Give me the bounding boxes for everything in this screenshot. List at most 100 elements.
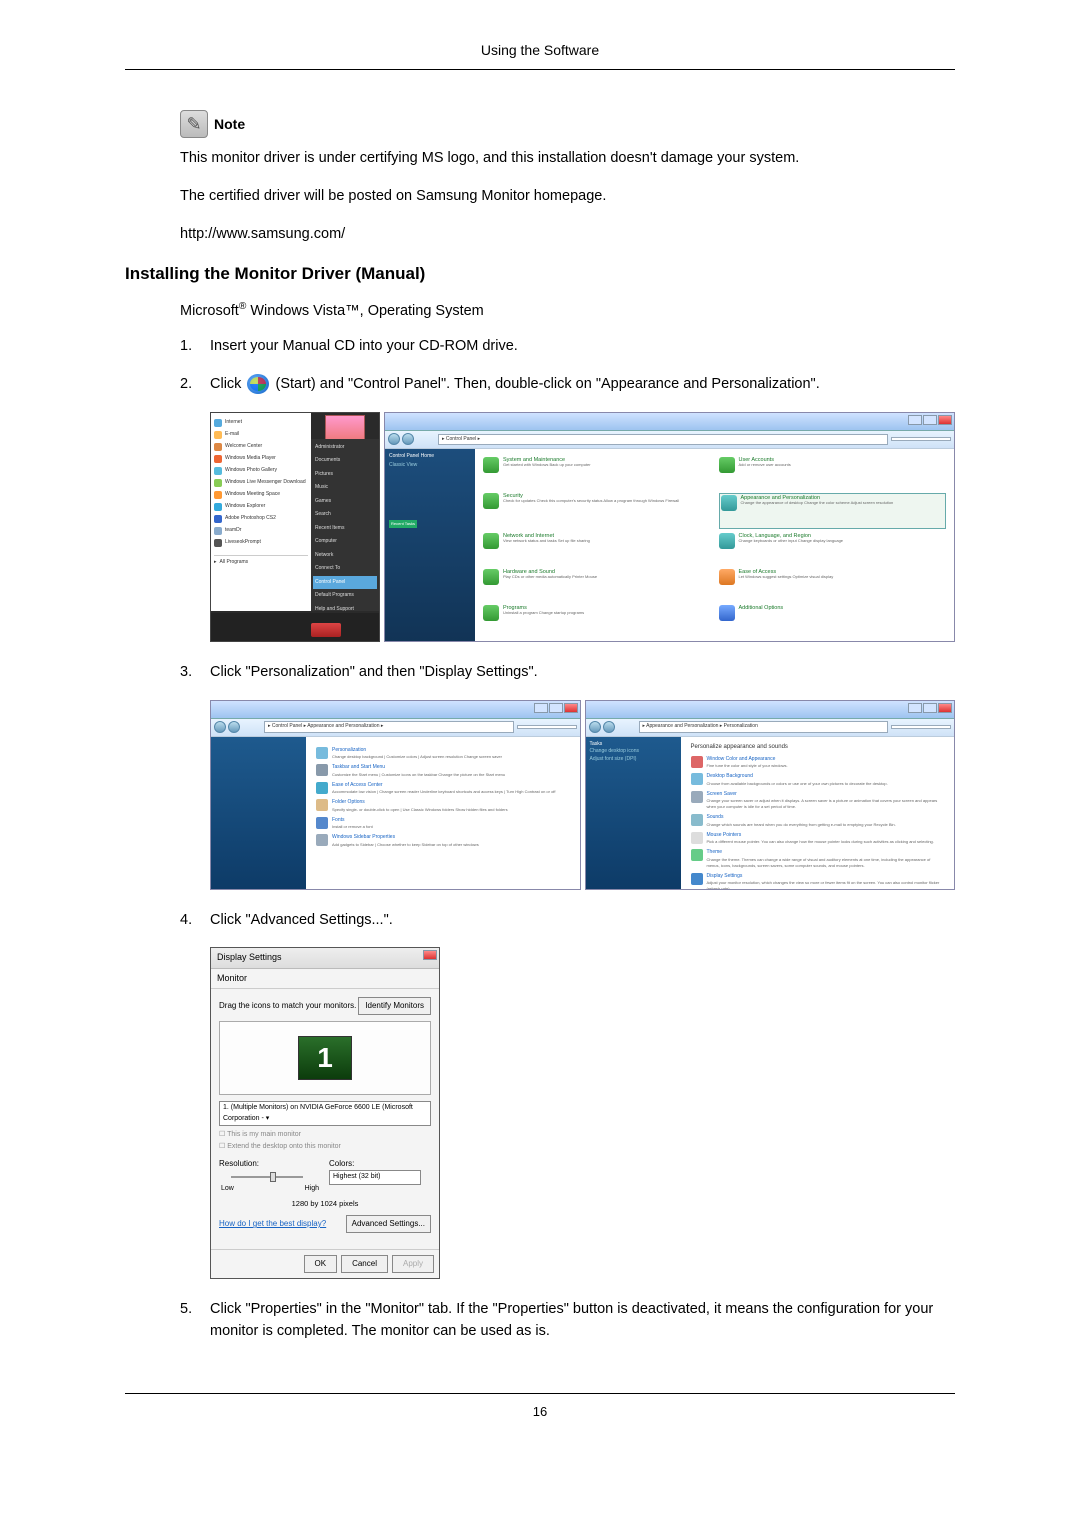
monitor-tab[interactable]: Monitor xyxy=(211,969,439,990)
appearance-item-ease[interactable]: Ease of Access CenterAccommodate low vis… xyxy=(316,782,570,796)
menu-item[interactable]: Pictures xyxy=(313,468,377,482)
back-button[interactable] xyxy=(589,721,601,733)
menu-item[interactable]: E-mail xyxy=(214,429,308,441)
forward-button[interactable] xyxy=(228,721,240,733)
pers-item-sounds[interactable]: SoundsChange which sounds are heard when… xyxy=(691,814,945,828)
menu-item[interactable]: Administrator xyxy=(313,441,377,455)
address-bar[interactable]: ▸ Control Panel ▸ xyxy=(438,434,888,446)
pers-item-theme[interactable]: ThemeChange the theme. Themes can change… xyxy=(691,849,945,869)
forward-button[interactable] xyxy=(402,433,414,445)
appearance-item-personalization[interactable]: PersonalizationChange desktop background… xyxy=(316,747,570,761)
main-monitor-checkbox[interactable]: ☐ This is my main monitor xyxy=(219,1130,431,1141)
back-button[interactable] xyxy=(388,433,400,445)
menu-item[interactable]: LiveseokPrompt xyxy=(214,537,308,549)
forward-button[interactable] xyxy=(603,721,615,733)
window-titlebar xyxy=(211,701,580,719)
menu-item[interactable]: Games xyxy=(313,495,377,509)
menu-item[interactable]: Search xyxy=(313,508,377,522)
pers-item-color[interactable]: Window Color and AppearanceFine tune the… xyxy=(691,756,945,770)
os-line: Microsoft® Windows Vista™, Operating Sys… xyxy=(180,299,955,323)
maximize-button[interactable] xyxy=(923,703,937,713)
menu-item[interactable]: Welcome Center xyxy=(214,441,308,453)
menu-item[interactable]: Windows Explorer xyxy=(214,501,308,513)
cancel-button[interactable]: Cancel xyxy=(341,1255,388,1273)
cp-category-additional[interactable]: Additional Options xyxy=(719,605,947,637)
monitor-1-icon[interactable]: 1 xyxy=(298,1036,352,1080)
advanced-settings-button[interactable]: Advanced Settings... xyxy=(346,1215,431,1233)
pers-item-background[interactable]: Desktop BackgroundChoose from available … xyxy=(691,773,945,787)
step-2-text: Click (Start) and "Control Panel". Then,… xyxy=(210,374,955,396)
menu-item[interactable]: Default Programs xyxy=(313,589,377,603)
power-button[interactable] xyxy=(311,623,341,637)
sidebar-link[interactable]: Change desktop icons xyxy=(590,748,677,756)
footer-divider xyxy=(125,1393,955,1394)
cp-category-appearance[interactable]: Appearance and PersonalizationChange the… xyxy=(719,493,947,529)
menu-item[interactable]: Windows Photo Gallery xyxy=(214,465,308,477)
apply-button[interactable]: Apply xyxy=(392,1255,434,1273)
cp-category-system[interactable]: System and MaintenanceGet started with W… xyxy=(483,457,711,489)
personalization-heading: Personalize appearance and sounds xyxy=(691,743,945,752)
close-button[interactable] xyxy=(938,415,952,425)
step-2: 2. Click (Start) and "Control Panel". Th… xyxy=(180,374,955,396)
control-panel-item[interactable]: Control Panel xyxy=(313,576,377,590)
step-4: 4. Click "Advanced Settings...". xyxy=(180,910,955,932)
screenshot-display-settings: Display Settings Monitor Drag the icons … xyxy=(210,947,955,1279)
sidebar-item[interactable]: Classic View xyxy=(389,462,471,470)
step-3-text: Click "Personalization" and then "Displa… xyxy=(210,662,955,684)
address-bar[interactable]: ▸ Control Panel ▸ Appearance and Persona… xyxy=(264,721,514,733)
menu-item[interactable]: Internet xyxy=(214,417,308,429)
menu-item[interactable]: teamDr xyxy=(214,525,308,537)
minimize-button[interactable] xyxy=(908,415,922,425)
menu-item[interactable]: Network xyxy=(313,549,377,563)
cp-category-clock[interactable]: Clock, Language, and RegionChange keyboa… xyxy=(719,533,947,565)
start-menu-right: Administrator Documents Pictures Music G… xyxy=(311,439,379,611)
cp-category-security[interactable]: SecurityCheck for updates Check this com… xyxy=(483,493,711,529)
search-box[interactable] xyxy=(891,725,951,729)
menu-item[interactable]: Computer xyxy=(313,535,377,549)
help-link[interactable]: How do I get the best display? xyxy=(219,1218,326,1230)
pers-item-display[interactable]: Display SettingsAdjust your monitor reso… xyxy=(691,873,945,890)
appearance-main: PersonalizationChange desktop background… xyxy=(306,737,580,890)
address-bar[interactable]: ▸ Appearance and Personalization ▸ Perso… xyxy=(639,721,889,733)
menu-item[interactable]: Adobe Photoshop CS2 xyxy=(214,513,308,525)
menu-item[interactable]: Recent Items xyxy=(313,522,377,536)
search-box[interactable] xyxy=(517,725,577,729)
page-header: Using the Software xyxy=(125,40,955,61)
extend-desktop-checkbox[interactable]: ☐ Extend the desktop onto this monitor xyxy=(219,1142,431,1153)
menu-item[interactable]: Windows Media Player xyxy=(214,453,308,465)
menu-item[interactable]: Connect To xyxy=(313,562,377,576)
ok-button[interactable]: OK xyxy=(304,1255,338,1273)
sidebar-link[interactable]: Adjust font size (DPI) xyxy=(590,756,677,764)
cp-category-programs[interactable]: ProgramsUninstall a program Change start… xyxy=(483,605,711,637)
appearance-item-folder[interactable]: Folder OptionsSpecify single- or double-… xyxy=(316,799,570,813)
minimize-button[interactable] xyxy=(534,703,548,713)
menu-item[interactable]: Music xyxy=(313,481,377,495)
search-box[interactable] xyxy=(891,437,951,441)
menu-item[interactable]: Documents xyxy=(313,454,377,468)
cp-category-hardware[interactable]: Hardware and SoundPlay CDs or other medi… xyxy=(483,569,711,601)
resolution-value: 1280 by 1024 pixels xyxy=(219,1198,431,1209)
cp-category-ease[interactable]: Ease of AccessLet Windows suggest settin… xyxy=(719,569,947,601)
pers-item-screensaver[interactable]: Screen SaverChange your screen saver or … xyxy=(691,791,945,811)
monitor-selector[interactable]: 1. (Multiple Monitors) on NVIDIA GeForce… xyxy=(219,1101,431,1126)
appearance-item-fonts[interactable]: FontsInstall or remove a font xyxy=(316,817,570,831)
maximize-button[interactable] xyxy=(923,415,937,425)
colors-selector[interactable]: Highest (32 bit) xyxy=(329,1170,421,1185)
appearance-item-taskbar[interactable]: Taskbar and Start MenuCustomize the Star… xyxy=(316,764,570,778)
cp-category-users[interactable]: User AccountsAdd or remove user accounts xyxy=(719,457,947,489)
cp-category-network[interactable]: Network and InternetView network status … xyxy=(483,533,711,565)
back-button[interactable] xyxy=(214,721,226,733)
identify-monitors-button[interactable]: Identify Monitors xyxy=(358,997,431,1015)
menu-item[interactable]: Windows Live Messenger Download xyxy=(214,477,308,489)
resolution-slider[interactable] xyxy=(219,1172,321,1182)
close-button[interactable] xyxy=(564,703,578,713)
minimize-button[interactable] xyxy=(908,703,922,713)
colors-label: Colors: xyxy=(329,1158,431,1170)
maximize-button[interactable] xyxy=(549,703,563,713)
menu-item[interactable]: Windows Meeting Space xyxy=(214,489,308,501)
appearance-item-sidebar[interactable]: Windows Sidebar PropertiesAdd gadgets to… xyxy=(316,834,570,848)
close-button[interactable] xyxy=(423,950,437,960)
pers-item-mouse[interactable]: Mouse PointersPick a different mouse poi… xyxy=(691,832,945,846)
all-programs[interactable]: ▸ All Programs xyxy=(214,555,308,569)
close-button[interactable] xyxy=(938,703,952,713)
